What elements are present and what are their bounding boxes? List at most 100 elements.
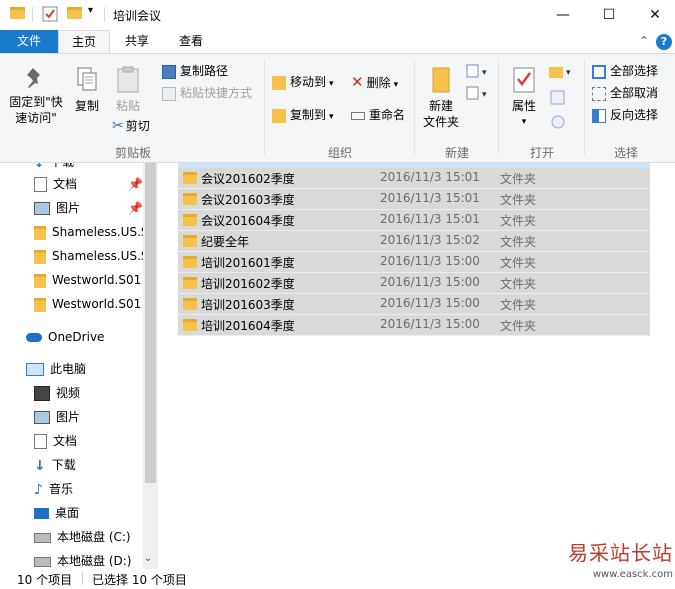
table-row[interactable]: 培训201604季度 2016/11/3 15:00 文件夹 [178, 315, 650, 336]
pin-icon[interactable]: 📌 [128, 196, 143, 220]
tab-home[interactable]: 主页 [58, 30, 110, 53]
select-none-button[interactable]: 全部取消 [592, 83, 658, 103]
copy-path-button[interactable]: 复制路径 [162, 61, 228, 81]
table-row[interactable]: 培训201603季度 2016/11/3 15:00 文件夹 [178, 294, 650, 315]
scroll-down-icon[interactable]: ⌄ [144, 553, 152, 564]
table-row[interactable]: 会议201603季度 2016/11/3 15:01 文件夹 [178, 189, 650, 210]
copy-path-icon [162, 64, 176, 79]
move-to-label: 移动到 [290, 75, 327, 89]
paste-shortcut-label: 粘贴快捷方式 [180, 86, 253, 100]
nav-scrollbar-thumb[interactable] [145, 163, 156, 483]
select-none-icon [592, 86, 606, 101]
music-icon: ♪ [34, 481, 43, 498]
select-all-icon [592, 64, 606, 79]
paste-button[interactable]: 粘贴 [111, 66, 145, 114]
group-divider [584, 60, 585, 155]
item-count: 10 个项目 [17, 573, 73, 587]
properties-label: 属性 [511, 99, 536, 113]
pin-quick-access-button[interactable]: 固定到"快 速访问" [6, 66, 66, 126]
cut-button[interactable]: ✂ 剪切 [112, 116, 150, 136]
tab-view[interactable]: 查看 [166, 30, 216, 53]
folder-icon [34, 297, 46, 312]
title-bar: ▾ 培训会议 — ☐ ✕ [0, 0, 675, 30]
paste-label: 粘贴 [115, 99, 140, 113]
delete-button[interactable]: ✕ 删除 ▾ [351, 72, 398, 92]
tab-file[interactable]: 文件 [0, 30, 58, 53]
pictures-icon [34, 411, 50, 424]
nav-item-folder[interactable]: Westworld.S01 [34, 268, 141, 292]
nav-item-pictures[interactable]: 图片 📌 [34, 196, 144, 220]
table-row[interactable]: 培训201602季度 2016/11/3 15:00 文件夹 [178, 273, 650, 294]
nav-item-documents[interactable]: 文档 📌 [34, 172, 144, 196]
help-icon[interactable]: ? [656, 34, 672, 50]
new-folder-icon[interactable] [67, 7, 82, 19]
nav-item-pictures[interactable]: 图片 [34, 405, 80, 429]
nav-item-documents[interactable]: 文档 [34, 429, 77, 453]
nav-item-onedrive[interactable]: OneDrive [26, 325, 104, 349]
table-row[interactable]: 纪要全年 2016/11/3 15:02 文件夹 [178, 231, 650, 252]
collapse-ribbon-icon[interactable]: ⌃ [639, 34, 649, 48]
download-icon: ↓ [34, 457, 46, 474]
select-all-label: 全部选择 [610, 64, 659, 78]
folder-icon [183, 319, 197, 331]
rename-button[interactable]: 重命名 [351, 105, 405, 125]
desktop-icon [34, 508, 49, 519]
clipboard-icon [117, 66, 139, 93]
scissors-icon: ✂ [112, 118, 124, 134]
document-icon [34, 177, 47, 192]
copy-to-icon [272, 108, 286, 123]
drive-icon [34, 556, 51, 567]
history-icon[interactable] [550, 114, 566, 133]
pin-label-1: 固定到"快 [9, 95, 63, 109]
group-select-label: 选择 [613, 146, 638, 160]
move-to-icon [272, 75, 286, 90]
table-row[interactable]: 会议201604季度 2016/11/3 15:01 文件夹 [178, 210, 650, 231]
easy-access-icon[interactable]: ▾ [466, 86, 490, 105]
nav-item-folder[interactable]: Westworld.S01 [34, 292, 141, 316]
nav-item-this-pc[interactable]: 此电脑 [26, 357, 86, 381]
tab-share[interactable]: 共享 [114, 30, 160, 53]
svg-text:▾: ▾ [566, 68, 571, 78]
close-button[interactable]: ✕ [632, 0, 675, 30]
pin-label-2: 速访问" [15, 111, 57, 125]
invert-selection-icon [592, 108, 606, 123]
nav-item-videos[interactable]: 视频 [34, 381, 80, 405]
nav-item-downloads[interactable]: ↓下载 [34, 453, 76, 477]
nav-item-folder[interactable]: Shameless.US.S [34, 244, 149, 268]
properties-icon [513, 67, 535, 93]
folder-icon [183, 172, 197, 184]
copy-icon [77, 67, 97, 91]
divider [82, 573, 83, 585]
nav-item-drive-c[interactable]: 本地磁盘 (C:) [34, 525, 131, 549]
invert-selection-button[interactable]: 反向选择 [592, 105, 658, 125]
copy-to-button[interactable]: 复制到 ▾ [272, 105, 334, 125]
new-folder-button[interactable]: 新建 文件夹 [420, 66, 462, 130]
pin-icon [27, 68, 40, 88]
watermark-title: 易采站长站 [568, 541, 673, 565]
group-clipboard-label: 剪贴板 [114, 146, 151, 160]
nav-item-desktop[interactable]: 桌面 [34, 501, 79, 525]
nav-item-drive-d[interactable]: 本地磁盘 (D:) [34, 549, 131, 569]
select-all-button[interactable]: 全部选择 [592, 61, 658, 81]
copy-button[interactable]: 复制 [70, 66, 104, 114]
properties-button[interactable]: 属性 ▾ [504, 66, 544, 130]
table-row[interactable]: 培训201601季度 2016/11/3 15:00 文件夹 [178, 252, 650, 273]
move-to-button[interactable]: 移动到 ▾ [272, 72, 334, 92]
copy-path-label: 复制路径 [180, 64, 229, 78]
edit-icon[interactable] [550, 90, 566, 109]
open-icon[interactable]: ▾ [548, 64, 574, 83]
chevron-down-icon[interactable]: ▾ [88, 5, 93, 16]
new-item-icon[interactable]: ▾ [466, 64, 490, 83]
pin-icon[interactable]: 📌 [128, 172, 143, 196]
group-open-label: 打开 [529, 146, 554, 160]
nav-item-music[interactable]: ♪ 音乐 [34, 477, 73, 501]
table-row[interactable]: 会议201602季度 2016/11/3 15:01 文件夹 [178, 168, 650, 189]
delete-icon: ✕ [351, 73, 364, 91]
drive-icon [34, 532, 51, 543]
properties-icon[interactable] [42, 6, 58, 25]
minimize-button[interactable]: — [540, 0, 586, 30]
paste-shortcut-button[interactable]: 粘贴快捷方式 [162, 83, 252, 103]
nav-item-folder[interactable]: Shameless.US.S [34, 220, 149, 244]
maximize-button[interactable]: ☐ [586, 0, 632, 30]
ribbon-tabs: 文件 主页 共享 查看 ⌃ ? [0, 30, 675, 53]
